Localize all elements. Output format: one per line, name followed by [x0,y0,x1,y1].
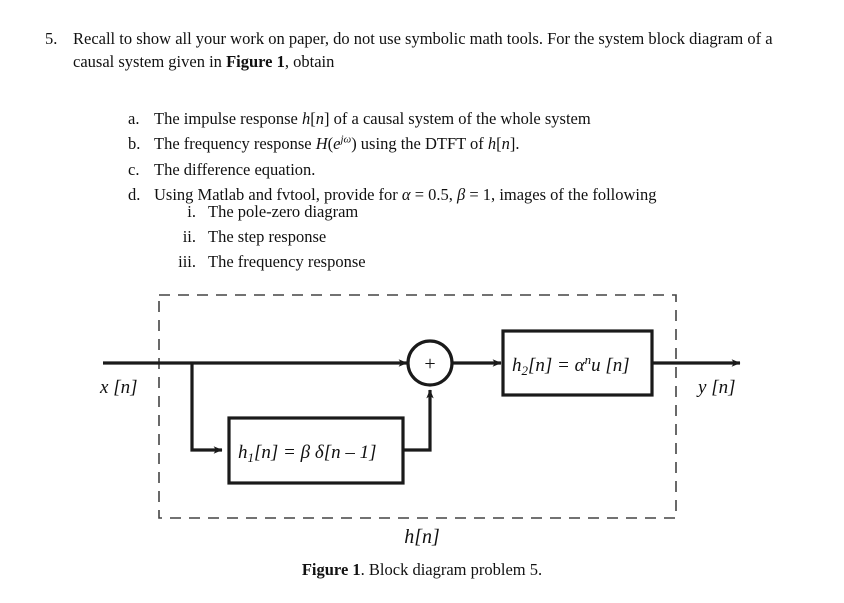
block-diagram-figure: h1[n] = β δ[n – 1] + h2[n] = αnu [n] x [… [0,280,844,603]
sub-item-a-marker: a. [128,109,140,128]
block-h1-label: h1[n] = β δ[n – 1] [238,442,377,465]
question-text: Recall to show all your work on paper, d… [73,27,817,74]
sub-b-math-n: n [501,134,510,154]
sub-item-b-marker: b. [128,134,141,154]
sub-b-after: ]. [509,134,520,154]
sub-item-a-text: The impulse response h[n] of a causal sy… [154,107,818,131]
input-label: x [n] [99,377,138,398]
roman-item-i-text: The pole-zero diagram [208,202,359,221]
question-text-part1: Recall to show all your work on paper, d… [73,29,773,72]
roman-item-list: i. The pole-zero diagram ii. The step re… [158,200,558,274]
question-text-part2: , obtain [284,52,335,72]
block-diagram-svg: h1[n] = β δ[n – 1] + h2[n] = αnu [n] x [… [99,294,741,519]
figure-caption-bold: Figure 1 [301,560,361,579]
system-label: h[n] [0,526,844,549]
sub-b-exponent-jomega: jω [340,133,352,146]
sub-item-c: c. The difference equation. [128,158,818,182]
sub-b-before: The frequency response [154,134,316,154]
sub-item-a: a. The impulse response h[n] of a causal… [128,107,818,131]
sub-item-b-text: The frequency response H(ejω) using the … [154,132,818,156]
roman-item-ii: ii. The step response [158,225,558,250]
roman-item-iii: iii. The frequency response [158,250,558,275]
roman-item-iii-marker: iii. [178,251,196,271]
sub-item-c-marker: c. [128,159,140,179]
question-row: 5. Recall to show all your work on paper… [45,27,817,74]
block-h2-label: h2[n] = αnu [n] [512,352,630,378]
sub-item-b: b. The frequency response H(ejω) using t… [128,132,818,156]
sub-item-c-text: The difference equation. [154,159,316,179]
sub-a-math-n: n [315,109,325,128]
sub-b-paren-close: ) using the DTFT of [351,134,488,154]
question-block: 5. Recall to show all your work on paper… [45,27,817,74]
h1-output-to-summer-line [403,389,434,452]
question-number: 5. [45,29,58,48]
figure-caption: Figure 1. Block diagram problem 5. [0,560,844,580]
roman-item-i: i. The pole-zero diagram [158,200,558,225]
sub-a-before: The impulse response [154,109,303,128]
sub-b-math-H: H [315,134,328,154]
sub-item-d-marker: d. [128,185,141,205]
roman-item-iii-text: The frequency response [208,251,366,271]
roman-item-ii-text: The step response [208,226,327,246]
roman-item-i-marker: i. [187,202,196,221]
system-label-text: h[n] [404,526,440,548]
roman-item-ii-marker: ii. [182,226,196,246]
figure-caption-rest: . Block diagram problem 5. [360,560,543,579]
summer-plus-icon: + [424,353,435,375]
sub-item-list: a. The impulse response h[n] of a causal… [128,107,818,209]
figure-reference: Figure 1 [226,52,285,72]
branch-line-to-h1 [190,363,223,454]
output-label: y [n] [696,377,736,398]
sub-a-after: of a causal system of the whole system [329,109,591,128]
sub-b-math-h: h [487,134,497,154]
